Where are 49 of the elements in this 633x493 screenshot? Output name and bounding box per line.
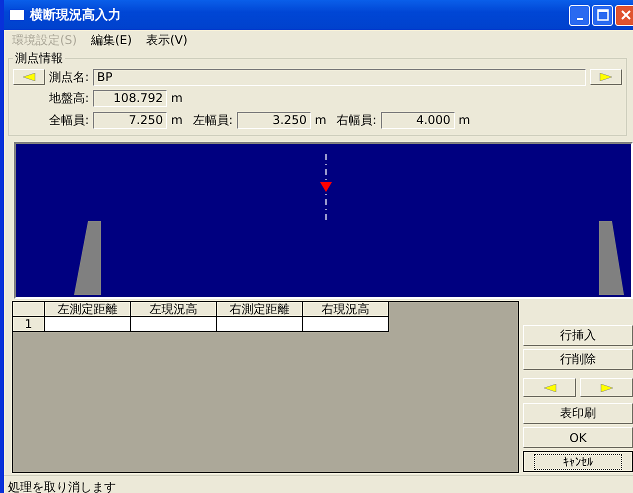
right-triangle-icon (599, 73, 613, 81)
table-cell[interactable] (303, 317, 389, 332)
column-header: 右測定距離 (217, 302, 303, 317)
action-button[interactable]: ｷｬﾝｾﾙ (523, 451, 633, 472)
field-label: 右幅員: (336, 112, 377, 128)
marker-icon (320, 182, 332, 192)
unit-label: m (171, 91, 183, 105)
menu-item[interactable]: 編集(E) (90, 32, 132, 48)
field-label: 全幅員: (49, 112, 90, 128)
unit-label: m (458, 113, 470, 127)
window-title: 横断現況高入力 (30, 6, 122, 24)
previous-row-button[interactable] (523, 378, 576, 397)
next-row-button[interactable] (580, 378, 633, 397)
minimize-icon (576, 18, 582, 20)
menu-item[interactable]: 表示(V) (146, 32, 188, 48)
column-header: 左測定距離 (45, 302, 131, 317)
previous-button[interactable] (13, 69, 45, 85)
next-button[interactable] (590, 69, 622, 85)
action-button[interactable]: 表印刷 (523, 403, 633, 424)
table-cell[interactable] (217, 317, 303, 332)
unit-label: m (314, 113, 326, 127)
column-header: 左現況高 (131, 302, 217, 317)
field-label: 地盤高: (49, 90, 90, 106)
action-button[interactable]: OK (523, 427, 633, 448)
status-text: 処理を取り消します (8, 480, 116, 493)
left-triangle-icon (542, 384, 556, 392)
ground-height-field[interactable]: 108.792 (93, 90, 168, 106)
action-button[interactable]: 行挿入 (523, 325, 633, 346)
right-triangle-icon (600, 384, 614, 392)
maximize-button[interactable] (592, 4, 613, 26)
width-field[interactable]: 7.250 (93, 112, 168, 128)
width-field[interactable]: 4.000 (380, 112, 455, 128)
field-label: 左幅員: (192, 112, 233, 128)
field-label: 測点名: (49, 68, 90, 86)
group-title: 測点情報 (14, 50, 64, 67)
width-field[interactable]: 3.250 (236, 112, 311, 128)
table-cell[interactable] (131, 317, 217, 332)
table-cell[interactable] (45, 317, 131, 332)
minimize-button[interactable] (569, 4, 590, 26)
action-button[interactable]: 行削除 (523, 349, 633, 370)
maximize-icon (596, 9, 608, 21)
left-triangle-icon (22, 73, 36, 81)
station-name-field[interactable]: BP (93, 68, 586, 86)
close-icon (620, 9, 632, 21)
window-icon (10, 9, 24, 21)
column-header: 右現況高 (303, 302, 389, 317)
unit-label: m (171, 113, 183, 127)
close-button[interactable] (615, 4, 633, 26)
row-header: 1 (13, 317, 45, 332)
